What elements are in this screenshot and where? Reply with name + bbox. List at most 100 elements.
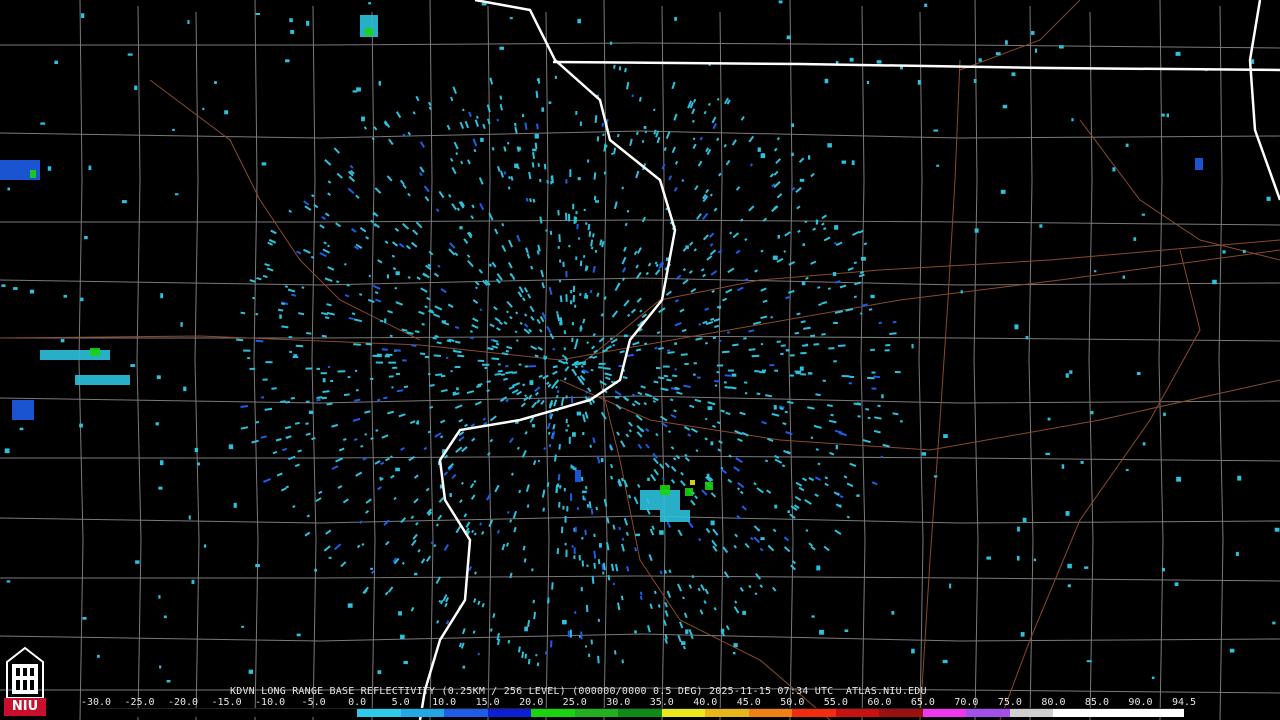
echo-pixel [648, 554, 653, 562]
echo-pixel [677, 634, 682, 643]
echo-pixel [776, 136, 781, 141]
colorbar-segment [879, 709, 923, 717]
echo-pixel [637, 443, 643, 449]
echo-pixel [348, 175, 356, 183]
echo-pixel [353, 343, 361, 346]
echo-pixel [552, 423, 556, 430]
echo-pixel [438, 497, 445, 503]
echo-pixel [633, 400, 641, 406]
echo-pixel [704, 417, 708, 421]
echo-pixel [536, 318, 541, 325]
echo-pixel [774, 504, 778, 509]
echo-pixel [420, 558, 426, 564]
echo-pixel [1005, 40, 1008, 45]
colorbar-tick-label: 5.0 [391, 697, 410, 708]
county-line [973, 0, 979, 720]
echo-pixel [537, 163, 540, 167]
echo-pixel [694, 185, 699, 191]
echo-pixel [786, 450, 791, 454]
echo-pixel [481, 602, 485, 608]
echo-pixel [202, 107, 205, 111]
echo-pixel [665, 131, 671, 139]
echo-pixel [156, 375, 161, 380]
echo-pixel [634, 547, 638, 552]
echo-pixel [240, 404, 249, 408]
echo-pixel [674, 342, 678, 345]
echo-pixel [395, 467, 400, 472]
echo-pixel [599, 239, 603, 246]
echo-pixel [540, 269, 545, 278]
echo-pixel [425, 555, 432, 563]
echo-pixel [324, 277, 333, 283]
echo-pixel [616, 602, 621, 611]
echo-pixel [736, 286, 744, 292]
echo-pixel [798, 157, 805, 164]
echo-pixel [362, 457, 367, 461]
echo-pixel [1000, 189, 1006, 194]
echo-pixel [1235, 551, 1239, 556]
echo-pixel [680, 353, 688, 356]
echo-pixel [385, 457, 390, 462]
echo-pixel [714, 379, 721, 383]
echo-pixel [388, 138, 394, 146]
echo-pixel [725, 411, 731, 416]
echo-pixel [471, 437, 476, 442]
echo-pixel [784, 410, 788, 414]
echo-pixel [811, 615, 815, 618]
echo-pixel [392, 267, 397, 271]
echo-pixel [636, 297, 642, 303]
echo-pixel [710, 270, 718, 276]
echo-pixel [777, 234, 780, 239]
echo-pixel [47, 166, 52, 171]
echo-pixel [805, 529, 809, 532]
echo-pixel [726, 331, 731, 334]
echo-pixel [827, 287, 831, 290]
echo-pixel [462, 108, 465, 112]
echo-pixel [477, 383, 483, 387]
echo-pixel [415, 221, 423, 229]
echo-pixel [448, 193, 452, 198]
echo-pixel [324, 212, 330, 217]
echo-pixel [275, 438, 282, 442]
echo-pixel [455, 152, 459, 156]
echo-pixel [548, 286, 553, 296]
echo-pixel [407, 131, 412, 136]
echo-pixel [700, 268, 705, 272]
radar-map[interactable] [0, 0, 1280, 720]
echo-pixel [597, 559, 601, 565]
echo-pixel [135, 560, 140, 564]
echo-pixel [782, 422, 787, 426]
echo-pixel [693, 98, 697, 103]
echo-pixel [702, 234, 709, 241]
echo-pixel [711, 116, 717, 124]
echo-pixel [551, 431, 556, 440]
county-line [0, 277, 1280, 286]
echo-pixel [506, 345, 513, 350]
echo-pixel [868, 308, 873, 311]
echo-pixel [447, 303, 454, 308]
echo-pixel [882, 443, 890, 448]
echo-pixel [692, 143, 697, 150]
echo-pixel [756, 487, 764, 494]
echo-pixel [892, 412, 899, 416]
echo-pixel [728, 454, 732, 458]
echo-pixel [351, 312, 356, 316]
echo-pixel [88, 165, 92, 171]
echo-pixel [410, 515, 415, 520]
echo-pixel [319, 224, 325, 229]
echo-pixel [722, 297, 728, 302]
echo-pixel [807, 155, 811, 160]
echo-pixel [552, 370, 558, 376]
echo-pixel [523, 323, 529, 328]
echo-pixel [434, 305, 443, 311]
echo-pixel [160, 293, 164, 299]
echo-pixel [773, 170, 779, 176]
colorbar-segment [661, 709, 706, 717]
echo-pixel [546, 482, 550, 488]
echo-pixel [509, 572, 513, 579]
echo-pixel [784, 231, 791, 237]
echo-pixel [693, 248, 697, 252]
echo-pixel [294, 463, 300, 468]
highway [0, 249, 1280, 361]
colorbar-tick-label: 20.0 [519, 697, 544, 708]
